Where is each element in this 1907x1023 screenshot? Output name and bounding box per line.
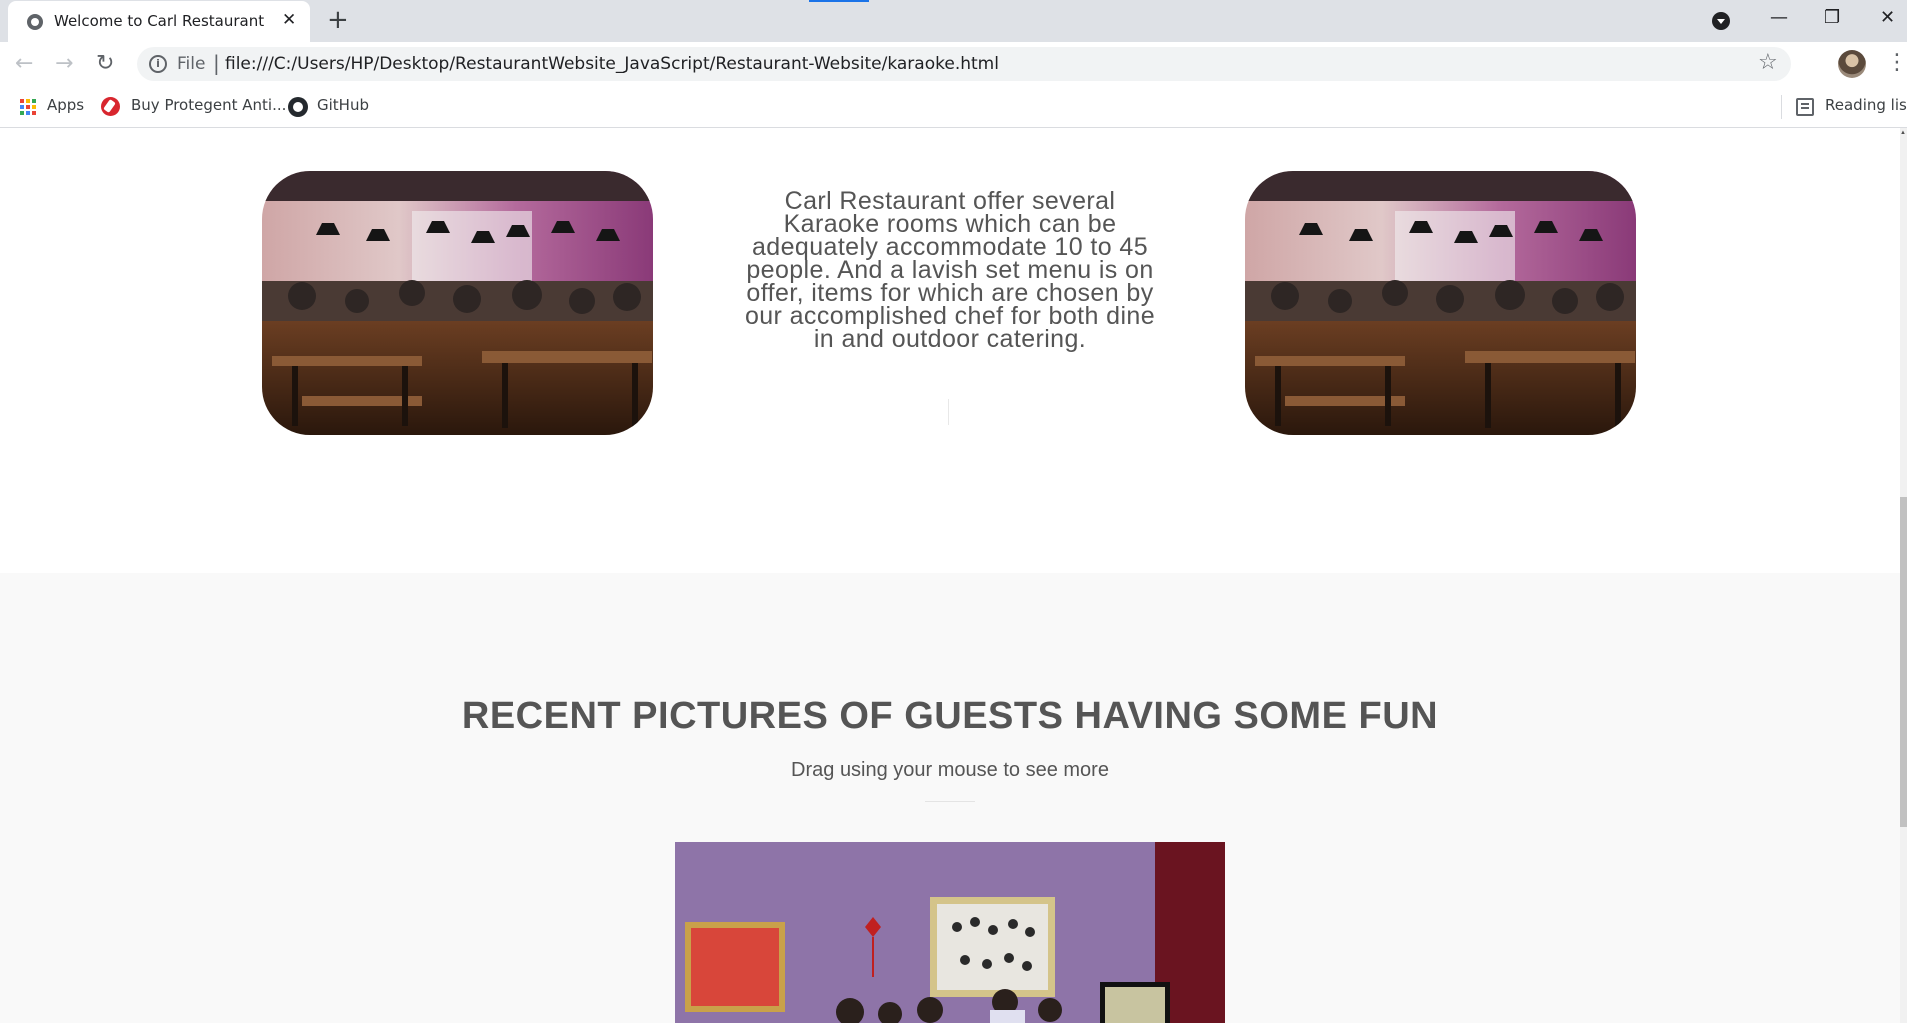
bookmarks-divider — [1781, 95, 1782, 119]
forward-button[interactable]: → — [55, 52, 73, 76]
url-scheme: File — [177, 54, 206, 74]
gallery-section: RECENT PICTURES OF GUESTS HAVING SOME FU… — [0, 573, 1900, 1023]
close-window-button[interactable]: ✕ — [1880, 6, 1895, 30]
bookmark-star-icon[interactable]: ☆ — [1758, 50, 1778, 75]
github-icon — [288, 97, 308, 117]
bookmarks-bar: Apps Buy Protegent Anti... GitHub Readin… — [0, 87, 1907, 128]
apps-grid-icon — [20, 99, 36, 115]
close-tab-icon[interactable]: ✕ — [282, 9, 296, 31]
globe-icon — [27, 14, 43, 30]
gallery-title: RECENT PICTURES OF GUESTS HAVING SOME FU… — [461, 695, 1439, 737]
restaurant-photo-left — [262, 171, 653, 435]
browser-menu-icon[interactable]: ⋮ — [1886, 49, 1907, 77]
new-tab-button[interactable]: + — [327, 7, 349, 33]
bookmark-protegent[interactable]: Buy Protegent Anti... — [131, 96, 286, 114]
bookmark-github[interactable]: GitHub — [317, 96, 369, 114]
browser-tab[interactable]: Welcome to Carl Restaurant ✕ — [8, 1, 310, 42]
back-button[interactable]: ← — [15, 52, 33, 76]
restaurant-interior-image — [262, 171, 653, 435]
scrollbar-thumb[interactable] — [1900, 497, 1907, 827]
gallery-carousel-photo[interactable] — [675, 842, 1225, 1023]
browser-toolbar: ← → ↻ i File | file:///C:/Users/HP/Deskt… — [0, 42, 1907, 87]
reload-button[interactable]: ↻ — [96, 52, 114, 76]
protegent-icon — [101, 97, 120, 116]
scroll-up-icon[interactable]: ▲ — [1900, 130, 1906, 136]
loading-indicator — [809, 0, 869, 2]
tab-title: Welcome to Carl Restaurant — [54, 12, 265, 30]
tab-search-icon[interactable] — [1712, 12, 1730, 30]
karaoke-description: Carl Restaurant offer several Karaoke ro… — [744, 187, 1156, 353]
gallery-subtitle: Drag using your mouse to see more — [791, 759, 1109, 781]
page-scrollbar[interactable]: ▲ — [1900, 128, 1907, 1023]
gallery-divider — [925, 801, 975, 802]
reading-list-icon — [1796, 98, 1814, 116]
profile-avatar[interactable] — [1838, 50, 1866, 78]
tab-strip: Welcome to Carl Restaurant ✕ + — ❐ ✕ — [0, 0, 1907, 42]
restaurant-photo-right — [1245, 171, 1636, 435]
bookmark-apps[interactable]: Apps — [47, 96, 84, 114]
minimize-button[interactable]: — — [1770, 6, 1788, 30]
reading-list-button[interactable]: Reading list — [1825, 96, 1907, 114]
restaurant-interior-image — [1245, 171, 1636, 435]
url-text[interactable]: file:///C:/Users/HP/Desktop/RestaurantWe… — [225, 54, 999, 74]
maximize-button[interactable]: ❐ — [1824, 6, 1840, 30]
page-viewport: Carl Restaurant offer several Karaoke ro… — [0, 128, 1907, 1023]
address-bar[interactable]: i File | file:///C:/Users/HP/Desktop/Res… — [137, 47, 1791, 81]
info-icon[interactable]: i — [149, 55, 167, 73]
guests-karaoke-image — [675, 842, 1225, 1023]
url-separator: | — [213, 51, 220, 75]
description-divider — [948, 399, 949, 425]
